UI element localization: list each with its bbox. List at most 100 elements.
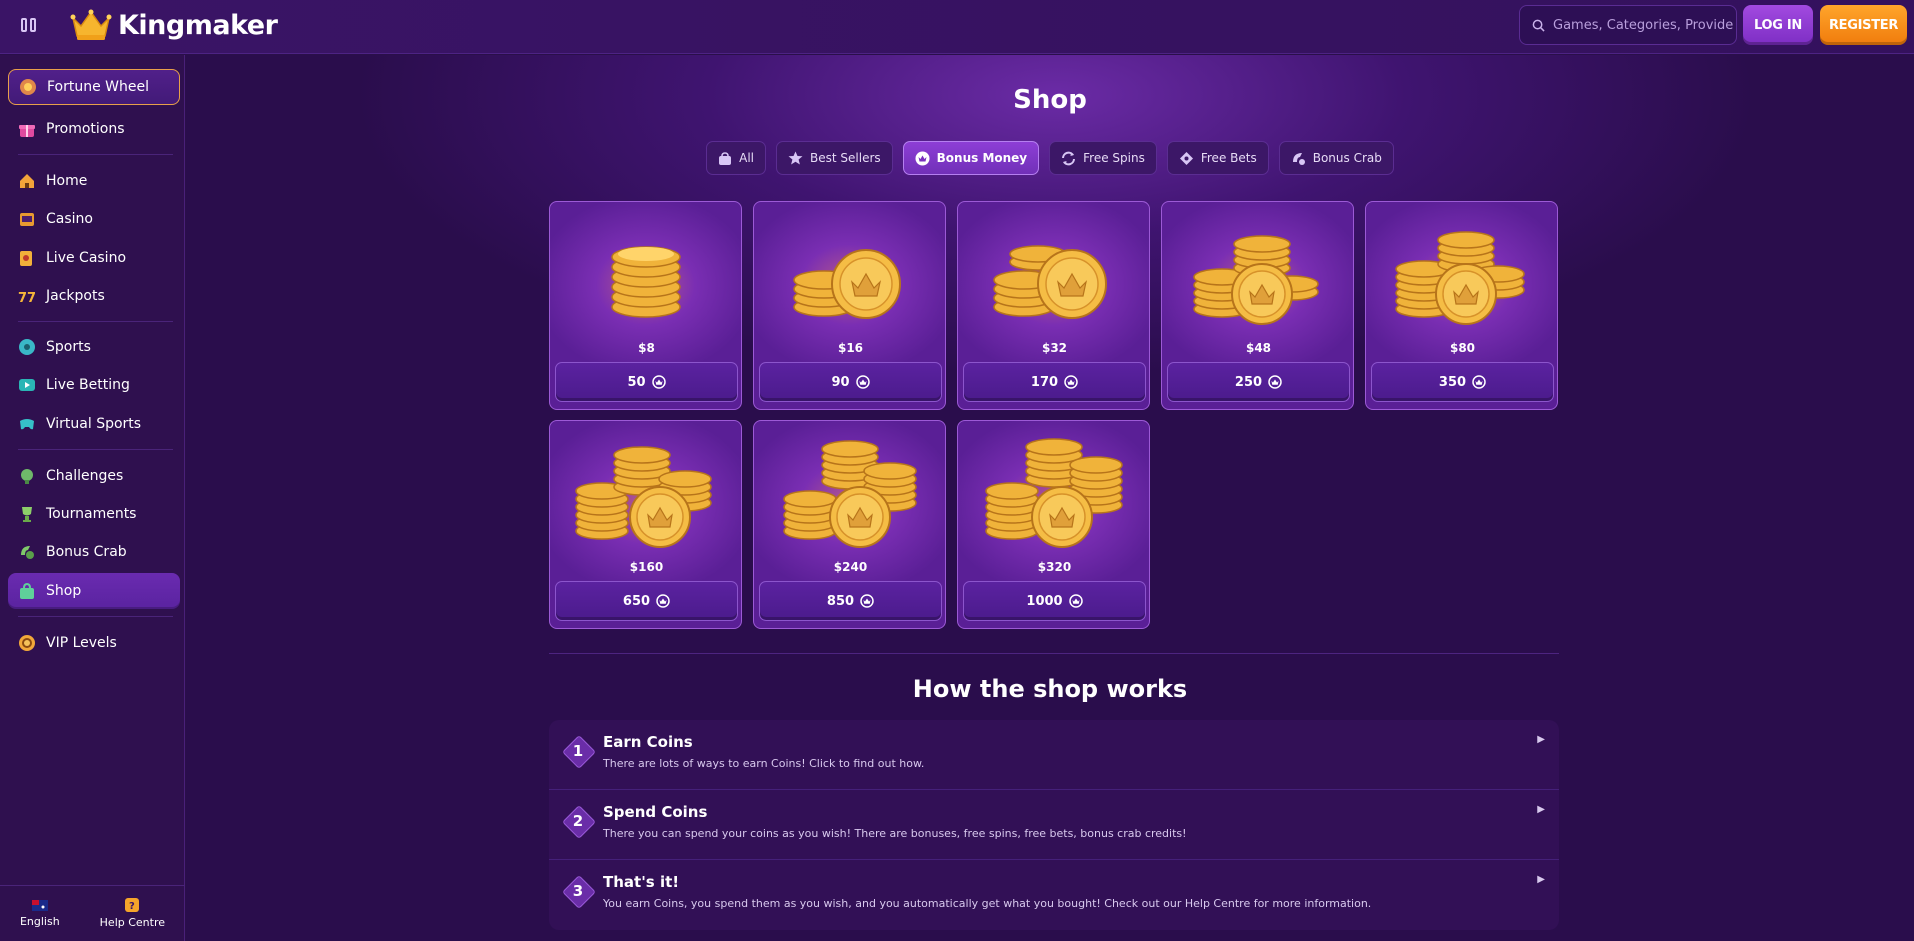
- fortune-wheel-icon: [19, 78, 37, 96]
- buy-button[interactable]: 50: [555, 362, 738, 402]
- category-tabs: All Best Sellers Bonus Money Free Spins …: [186, 141, 1914, 175]
- logo-text: Kingmaker: [118, 9, 278, 41]
- search-input[interactable]: [1553, 17, 1733, 33]
- product-card[interactable]: $80 350: [1365, 201, 1558, 410]
- coin-cost: 350: [1438, 374, 1467, 390]
- expand-arrow-icon[interactable]: ▶: [1537, 804, 1545, 815]
- sidebar-item-label: Jackpots: [46, 288, 105, 304]
- language-selector[interactable]: English: [19, 899, 60, 928]
- step-number-badge: 3: [563, 876, 593, 906]
- step-title: Spend Coins: [603, 803, 708, 821]
- buy-button[interactable]: 650: [555, 581, 738, 621]
- logo[interactable]: Kingmaker: [70, 8, 278, 42]
- help-icon: ?: [125, 898, 140, 912]
- product-card[interactable]: $16 90: [753, 201, 946, 410]
- shop-icon: [18, 582, 36, 600]
- coin-stack-icon: [575, 446, 712, 548]
- sidebar: Fortune Wheel Promotions Home Casino Liv…: [0, 55, 185, 941]
- sidebar-item-label: Fortune Wheel: [47, 79, 150, 95]
- tab-label: Bonus Crab: [1312, 151, 1382, 165]
- expand-arrow-icon[interactable]: ▶: [1537, 734, 1545, 745]
- product-price: $160: [629, 560, 664, 574]
- sidebar-item-shop[interactable]: Shop: [8, 573, 180, 609]
- tab-free-bets[interactable]: Free Bets: [1166, 141, 1269, 175]
- register-button[interactable]: REGISTER: [1820, 5, 1907, 45]
- challenges-icon: [18, 467, 36, 485]
- sidebar-item-casino[interactable]: Casino: [8, 201, 180, 237]
- sidebar-divider: [18, 321, 173, 322]
- sidebar-item-challenges[interactable]: Challenges: [8, 458, 180, 494]
- sidebar-item-live-casino[interactable]: Live Casino: [8, 240, 180, 276]
- tab-label: Free Spins: [1083, 151, 1145, 165]
- product-price: $16: [837, 341, 864, 355]
- sidebar-item-promotions[interactable]: Promotions: [8, 111, 180, 147]
- bag-icon: [719, 151, 732, 165]
- search-icon: [1532, 19, 1545, 32]
- svg-text:77: 77: [18, 291, 36, 305]
- product-price: $32: [1041, 341, 1068, 355]
- help-centre-link[interactable]: ? Help Centre: [100, 898, 165, 929]
- spins-icon: [1062, 151, 1076, 165]
- buy-button[interactable]: 1000: [963, 581, 1146, 621]
- tab-best-sellers[interactable]: Best Sellers: [776, 141, 893, 175]
- sports-icon: [18, 338, 36, 356]
- main-content: Shop All Best Sellers Bonus Money Free S…: [186, 55, 1914, 941]
- coin-stack-icon: [611, 246, 681, 318]
- bonus-crab-icon: [18, 543, 36, 561]
- sidebar-item-virtual-sports[interactable]: Virtual Sports: [8, 406, 180, 442]
- sidebar-toggle-icon[interactable]: [18, 16, 38, 34]
- sidebar-item-bonus-crab[interactable]: Bonus Crab: [8, 534, 180, 570]
- crown-coin-icon: [656, 594, 670, 608]
- coin-stack-icon: [993, 245, 1107, 319]
- crown-coin-icon: [860, 594, 874, 608]
- product-card[interactable]: $320 1000: [957, 420, 1150, 629]
- sidebar-item-label: VIP Levels: [46, 635, 117, 651]
- tab-all[interactable]: All: [706, 141, 767, 175]
- sidebar-item-live-betting[interactable]: Live Betting: [8, 367, 180, 403]
- buy-button[interactable]: 250: [1167, 362, 1350, 402]
- how-it-works-title: How the shop works: [912, 675, 1188, 703]
- sidebar-item-label: Casino: [46, 211, 93, 227]
- product-card[interactable]: $32 170: [957, 201, 1150, 410]
- gift-icon: [18, 120, 36, 138]
- product-card[interactable]: $48 250: [1161, 201, 1354, 410]
- sidebar-item-home[interactable]: Home: [8, 163, 180, 199]
- sidebar-item-sports[interactable]: Sports: [8, 329, 180, 365]
- section-divider: [549, 653, 1559, 654]
- tab-bonus-money[interactable]: Bonus Money: [902, 141, 1040, 175]
- expand-arrow-icon[interactable]: ▶: [1537, 874, 1545, 885]
- buy-button[interactable]: 170: [963, 362, 1146, 402]
- crown-coin-icon: [1068, 594, 1083, 608]
- step-number-badge: 1: [563, 736, 593, 766]
- step-earn-coins[interactable]: 1 Earn Coins There are lots of ways to e…: [549, 720, 1559, 790]
- tab-bonus-crab[interactable]: Bonus Crab: [1278, 141, 1394, 175]
- buy-button[interactable]: 350: [1371, 362, 1554, 402]
- product-card[interactable]: $8 50: [549, 201, 742, 410]
- home-icon: [18, 172, 36, 190]
- sidebar-item-fortune-wheel[interactable]: Fortune Wheel: [8, 69, 180, 105]
- tab-label: Best Sellers: [810, 151, 881, 165]
- sidebar-item-jackpots[interactable]: 77 Jackpots: [8, 278, 180, 314]
- tab-free-spins[interactable]: Free Spins: [1049, 141, 1157, 175]
- product-card[interactable]: $160 650: [549, 420, 742, 629]
- page-title: Shop: [1013, 85, 1087, 115]
- product-price: $320: [1037, 560, 1072, 574]
- step-description: There are lots of ways to earn Coins! Cl…: [603, 757, 925, 770]
- coin-stack-icon: [1395, 231, 1525, 325]
- casino-icon: [18, 210, 36, 228]
- coin-cost: 1000: [1026, 593, 1063, 609]
- step-spend-coins[interactable]: 2 Spend Coins There you can spend your c…: [549, 790, 1559, 860]
- sidebar-item-label: Tournaments: [46, 506, 137, 522]
- login-button[interactable]: LOG IN: [1743, 5, 1813, 45]
- buy-button[interactable]: 90: [759, 362, 942, 402]
- product-card[interactable]: $240 850: [753, 420, 946, 629]
- language-label: English: [19, 914, 60, 928]
- product-price: $48: [1245, 341, 1272, 355]
- sidebar-item-vip-levels[interactable]: VIP Levels: [8, 625, 180, 661]
- svg-text:?: ?: [129, 901, 135, 912]
- buy-button[interactable]: 850: [759, 581, 942, 621]
- sidebar-item-tournaments[interactable]: Tournaments: [8, 496, 180, 532]
- crab-icon: [1292, 152, 1305, 165]
- step-thats-it[interactable]: 3 That's it! You earn Coins, you spend t…: [549, 860, 1559, 930]
- search-box[interactable]: [1519, 5, 1737, 45]
